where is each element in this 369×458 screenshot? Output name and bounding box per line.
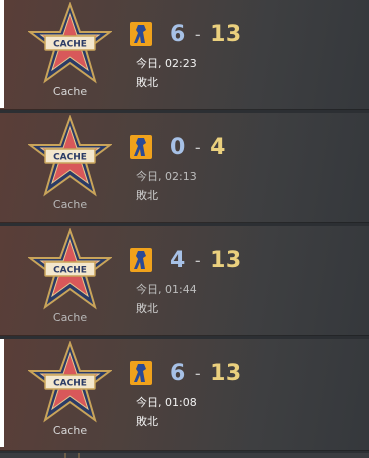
ct-score: 4 [170, 247, 186, 273]
match-score: 6 - 13 [170, 357, 242, 389]
match-card[interactable]: CACHE Cache 6 - 13 今日, 01:08 敗北 [0, 339, 369, 451]
score-separator: - [194, 137, 202, 157]
match-score: 0 - 4 [170, 131, 226, 163]
badge-label: CACHE [53, 266, 87, 276]
cache-map-badge-icon: CACHE [28, 228, 112, 310]
badge-label: CACHE [53, 379, 87, 389]
match-time: 今日, 01:44 [136, 283, 197, 296]
score-separator: - [194, 250, 202, 270]
t-score: 4 [210, 134, 226, 160]
match-card[interactable]: CACHE Cache 6 - 13 今日, 02:23 敗北 [0, 0, 369, 110]
next-card-edge [0, 453, 369, 458]
match-time: 今日, 01:08 [136, 396, 197, 409]
map-name: Cache [52, 198, 88, 211]
ct-team-icon [130, 361, 152, 385]
next-card-badge-edge [64, 453, 66, 458]
ct-score: 0 [170, 134, 186, 160]
match-card[interactable]: CACHE Cache 0 - 4 今日, 02:13 敗北 [0, 113, 369, 223]
match-score: 4 - 13 [170, 244, 242, 276]
score-separator: - [194, 363, 202, 383]
ct-team-icon [130, 135, 152, 159]
match-result: 敗北 [136, 76, 158, 89]
match-time: 今日, 02:23 [136, 57, 197, 70]
match-result: 敗北 [136, 415, 158, 428]
next-card-badge-edge [78, 453, 80, 458]
cache-map-badge-icon: CACHE [28, 2, 112, 84]
t-score: 13 [210, 360, 242, 386]
score-separator: - [194, 24, 202, 44]
match-time: 今日, 02:13 [136, 170, 197, 183]
t-score: 13 [210, 247, 242, 273]
cache-map-badge-icon: CACHE [28, 115, 112, 197]
map-name: Cache [52, 424, 88, 437]
ct-score: 6 [170, 21, 186, 47]
cache-map-badge-icon: CACHE [28, 341, 112, 423]
match-result: 敗北 [136, 302, 158, 315]
map-name: Cache [52, 85, 88, 98]
map-name: Cache [52, 311, 88, 324]
match-card[interactable]: CACHE Cache 4 - 13 今日, 01:44 敗北 [0, 226, 369, 336]
ct-team-icon [130, 22, 152, 46]
match-score: 6 - 13 [170, 18, 242, 50]
match-history-list: CACHE Cache 6 - 13 今日, 02:23 敗北 CACHE Ca… [0, 0, 369, 458]
match-result: 敗北 [136, 189, 158, 202]
badge-label: CACHE [53, 40, 87, 50]
ct-team-icon [130, 248, 152, 272]
t-score: 13 [210, 21, 242, 47]
badge-label: CACHE [53, 153, 87, 163]
ct-score: 6 [170, 360, 186, 386]
